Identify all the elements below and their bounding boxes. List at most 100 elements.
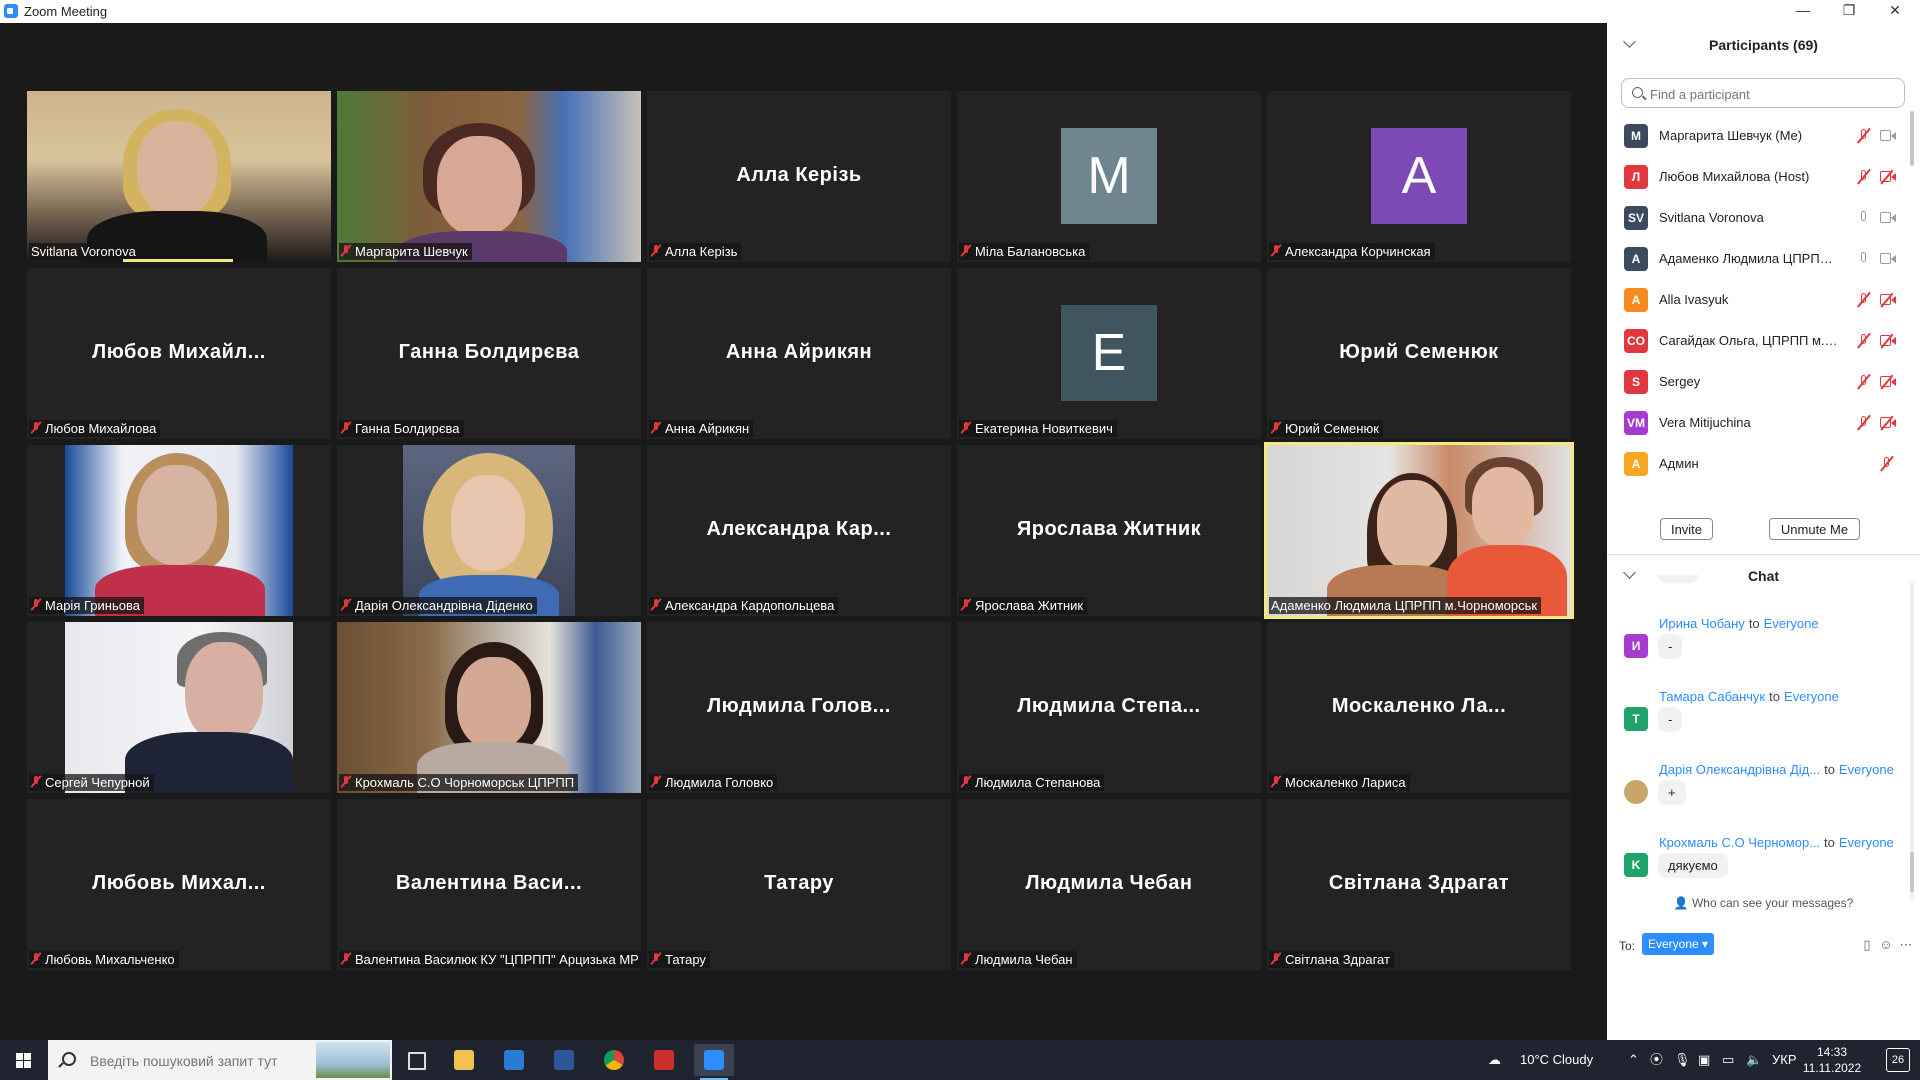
video-tile[interactable]: Юрий Семенюк Юрий Семенюк	[1267, 268, 1571, 439]
video-tile[interactable]: Крохмаль С.О Чорноморськ ЦПРПП	[337, 622, 641, 793]
camera-icon[interactable]	[1880, 130, 1896, 141]
who-can-see-link[interactable]: 👤 Who can see your messages?	[1607, 896, 1920, 910]
tray-chevron-icon[interactable]: ⌃	[1628, 1040, 1639, 1080]
task-view-button[interactable]	[396, 1044, 436, 1076]
side-panel: Participants (69) M Маргарита Шевчук (Me)…	[1607, 23, 1920, 1048]
participant-row[interactable]: A Адаменко Людмила ЦПРПП м...	[1607, 238, 1920, 279]
chat-bubble: дякуємо	[1658, 853, 1728, 878]
participant-search[interactable]	[1621, 78, 1905, 108]
collapse-chevron-icon[interactable]	[1623, 35, 1636, 48]
participant-name-label: Світлана Здрагат	[1269, 951, 1394, 968]
chat-sender[interactable]: Ирина Чобану to Everyone	[1659, 616, 1819, 631]
network-icon[interactable]: ▭	[1722, 1040, 1734, 1080]
camera-off-icon[interactable]	[1880, 374, 1896, 390]
participant-scrollbar[interactable]	[1910, 111, 1914, 481]
weather-text[interactable]: 10°C Cloudy	[1520, 1040, 1593, 1080]
video-tile[interactable]: Анна Айрикян Анна Айрикян	[647, 268, 951, 439]
search-icon	[1632, 87, 1643, 98]
weather-icon[interactable]: ☁	[1488, 1040, 1501, 1080]
zoom-taskbar-button[interactable]	[694, 1044, 734, 1080]
maximize-button[interactable]: ❐	[1826, 0, 1872, 23]
participant-row[interactable]: VM Vera Mitijuchina	[1607, 402, 1920, 443]
chat-recipient[interactable]: Everyone	[1764, 616, 1819, 631]
camera-off-icon[interactable]	[1880, 415, 1896, 431]
chat-recipient[interactable]: Everyone	[1839, 762, 1894, 777]
video-tile[interactable]: Алла Керізь Алла Керізь	[647, 91, 951, 262]
participant-row[interactable]: Л Любов Михайлова (Host)	[1607, 156, 1920, 197]
muted-mic-icon[interactable]	[1857, 415, 1871, 431]
chat-scrollbar[interactable]	[1910, 582, 1914, 902]
clock[interactable]: 14:33 11.11.2022	[1802, 1044, 1862, 1076]
camera-off-icon[interactable]	[1880, 292, 1896, 308]
taskbar-search[interactable]	[48, 1040, 392, 1080]
participant-row[interactable]: SV Svitlana Voronova	[1607, 197, 1920, 238]
video-tile[interactable]: Svitlana Voronova	[27, 91, 331, 262]
taskbar-search-input[interactable]	[88, 1050, 322, 1072]
video-tile[interactable]: Любовь Михал... Любовь Михальченко	[27, 799, 331, 970]
microphone-tray-icon[interactable]: 🎙	[1674, 1040, 1691, 1080]
invite-button[interactable]: Invite	[1660, 518, 1713, 540]
video-tile[interactable]: Маргарита Шевчук	[337, 91, 641, 262]
participant-row[interactable]: A Alla Ivasyuk	[1607, 279, 1920, 320]
camera-icon[interactable]	[1880, 212, 1896, 223]
video-tile[interactable]: Александра Кар... Александра Кардопольцев…	[647, 445, 951, 616]
participant-name-label: Юрий Семенюк	[1269, 420, 1383, 437]
mic-icon[interactable]	[1857, 251, 1871, 267]
participant-search-input[interactable]	[1648, 83, 1902, 105]
participant-row[interactable]: M Маргарита Шевчук (Me)	[1607, 115, 1920, 156]
chrome-button[interactable]	[594, 1044, 634, 1076]
file-explorer-button[interactable]	[444, 1044, 484, 1076]
volume-icon[interactable]: 🔈	[1746, 1040, 1762, 1080]
chat-recipient[interactable]: Everyone	[1784, 689, 1839, 704]
muted-mic-icon[interactable]	[1857, 292, 1871, 308]
video-tile[interactable]: Адаменко Людмила ЦПРПП м.Чорноморськ	[1264, 442, 1574, 619]
minimize-button[interactable]: —	[1780, 0, 1826, 23]
chat-sender[interactable]: Дарія Олександрівна Дід... to Everyone	[1659, 762, 1894, 777]
muted-mic-icon[interactable]	[1857, 128, 1871, 144]
video-tile[interactable]: Татару Татару	[647, 799, 951, 970]
muted-mic-icon[interactable]	[1857, 169, 1871, 185]
camera-tray-icon[interactable]: ▣	[1698, 1040, 1710, 1080]
video-tile[interactable]: Дарія Олександрівна Діденко	[337, 445, 641, 616]
mic-icon[interactable]	[1857, 210, 1871, 226]
video-tile[interactable]: Ганна Болдирєва Ганна Болдирєва	[337, 268, 641, 439]
chat-recipient[interactable]: Everyone	[1839, 835, 1894, 850]
close-button[interactable]: ✕	[1872, 0, 1918, 23]
start-button[interactable]	[0, 1040, 48, 1080]
file-icon[interactable]: ▯	[1860, 938, 1874, 952]
video-tile[interactable]: Валентина Васи... Валентина Василюк КУ "Ц…	[337, 799, 641, 970]
video-tile[interactable]: E Екатерина Новиткевич	[957, 268, 1261, 439]
video-tile[interactable]: Людмила Степа... Людмила Степанова	[957, 622, 1261, 793]
unmute-me-button[interactable]: Unmute Me	[1769, 518, 1860, 540]
chat-sender[interactable]: Крохмаль С.О Черномор... to Everyone	[1659, 835, 1894, 850]
video-tile[interactable]: Любов Михайл... Любов Михайлова	[27, 268, 331, 439]
video-tile[interactable]: M Міла Балановська	[957, 91, 1261, 262]
recipient-select[interactable]: Everyone ▾	[1642, 933, 1715, 955]
chat-sender[interactable]: Тамара Сабанчук to Everyone	[1659, 689, 1839, 704]
emoji-icon[interactable]: ☺	[1879, 938, 1893, 952]
muted-mic-icon[interactable]	[1880, 456, 1894, 472]
participant-row[interactable]: S Sergey	[1607, 361, 1920, 402]
camera-off-icon[interactable]	[1880, 333, 1896, 349]
recorder-button[interactable]	[644, 1044, 684, 1076]
video-tile[interactable]: Марія Гриньова	[27, 445, 331, 616]
mail-button[interactable]	[494, 1044, 534, 1076]
camera-off-icon[interactable]	[1880, 169, 1896, 185]
video-tile[interactable]: A Александра Корчинская	[1267, 91, 1571, 262]
video-tile[interactable]: Ярослава Житник Ярослава Житник	[957, 445, 1261, 616]
participant-row[interactable]: A Админ	[1607, 443, 1920, 484]
video-tile[interactable]: Людмила Чебан Людмила Чебан	[957, 799, 1261, 970]
muted-mic-icon[interactable]	[1857, 333, 1871, 349]
video-tile[interactable]: Сергей Чепурной	[27, 622, 331, 793]
word-button[interactable]	[544, 1044, 584, 1076]
video-tile[interactable]: Москаленко Ла... Москаленко Лариса	[1267, 622, 1571, 793]
notification-badge[interactable]: 26	[1886, 1048, 1910, 1072]
language-indicator[interactable]: УКР	[1772, 1040, 1797, 1080]
camera-icon[interactable]	[1880, 253, 1896, 264]
participant-row[interactable]: CO Сагайдак Ольга, ЦПРПП м.Чо...	[1607, 320, 1920, 361]
more-icon[interactable]: ⋯	[1899, 938, 1913, 952]
video-tile[interactable]: Людмила Голов... Людмила Головко	[647, 622, 951, 793]
zoom-tray-icon[interactable]: ⦿	[1650, 1040, 1663, 1080]
video-tile[interactable]: Світлана Здрагат Світлана Здрагат	[1267, 799, 1571, 970]
muted-mic-icon[interactable]	[1857, 374, 1871, 390]
